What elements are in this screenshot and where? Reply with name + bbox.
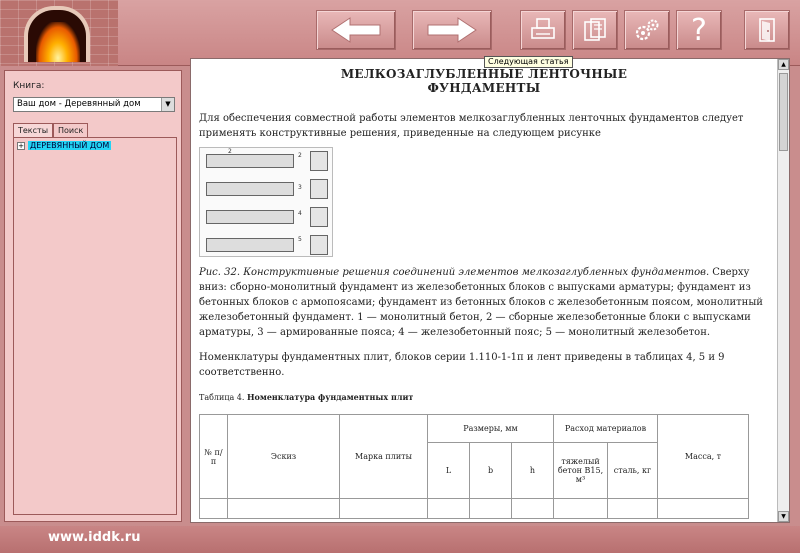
page-title: МЕЛКОЗАГЛУБЛЕННЫЕ ЛЕНТОЧНЫЕ ФУНДАМЕНТЫ: [199, 67, 769, 95]
tree-node-label[interactable]: ДЕРЕВЯННЫЙ ДОМ: [28, 141, 112, 150]
table-header-concrete: тяжелый бетон В15, м³: [553, 442, 608, 499]
figure-number-label: 2: [298, 152, 302, 159]
book-select[interactable]: Ваш дом - Деревянный дом ▼: [13, 97, 175, 112]
table-cell: [339, 498, 428, 519]
scroll-up-icon[interactable]: ▲: [778, 59, 789, 70]
question-mark-icon: ?: [691, 12, 707, 48]
settings-button[interactable]: [624, 10, 670, 50]
table-header-dims: Размеры, мм: [427, 414, 554, 443]
figure-caption-title: Рис. 32. Конструктивные решения соединен…: [199, 267, 710, 278]
scroll-thumb[interactable]: [779, 73, 788, 151]
title-line-1: МЕЛКОЗАГЛУБЛЕННЫЕ ЛЕНТОЧНЫЕ: [340, 67, 628, 81]
scroll-down-icon[interactable]: ▼: [778, 511, 789, 522]
book-label: Книга:: [13, 81, 45, 91]
tooltip: Следующая статья: [484, 56, 573, 68]
fireplace-logo: [0, 0, 118, 66]
vertical-scrollbar[interactable]: ▲ ▼: [777, 59, 789, 522]
table-header-b: b: [469, 442, 512, 499]
table-header-materials: Расход материалов: [553, 414, 658, 443]
gear-icon: [635, 19, 659, 41]
nomenclature-paragraph: Номенклатуры фундаментных плит, блоков с…: [199, 352, 725, 378]
contents-tree: + ДЕРЕВЯННЫЙ ДОМ: [13, 137, 177, 515]
tree-node-root[interactable]: + ДЕРЕВЯННЫЙ ДОМ: [17, 141, 112, 150]
figure-slab: [206, 182, 294, 196]
table-header-l: L: [427, 442, 470, 499]
nomenclature-table: № п/п Эскиз Марка плиты Размеры, мм Расх…: [199, 414, 749, 519]
figure-section: [310, 151, 328, 171]
figure-number-label: 3: [298, 184, 302, 191]
table-header-sketch: Эскиз: [227, 414, 340, 499]
figure-section: [310, 179, 328, 199]
figure-slab: [206, 210, 294, 224]
table-cell: [469, 498, 512, 519]
tab-search[interactable]: Поиск: [53, 123, 89, 137]
figure-number-label: 5: [298, 236, 302, 243]
table-header-mass: Масса, т: [657, 414, 749, 499]
flame-icon: [36, 22, 80, 62]
left-panel: Книга: Ваш дом - Деревянный дом ▼ Тексты…: [4, 70, 182, 522]
figure-number-label: 4: [298, 210, 302, 217]
arrow-left-icon: [331, 17, 381, 43]
table-caption: Таблица 4. Номенклатура фундаментных пли…: [199, 392, 769, 402]
table-header-h: h: [511, 442, 554, 499]
table-header-mark: Марка плиты: [339, 414, 428, 499]
table-cell: [657, 498, 749, 519]
table-cell: [553, 498, 608, 519]
figure-slab: [206, 238, 294, 252]
intro-paragraph: Для обеспечения совместной работы элемен…: [199, 113, 744, 139]
print-button[interactable]: [520, 10, 566, 50]
copy-icon: [584, 18, 606, 41]
book-select-value: Ваш дом - Деревянный дом: [17, 99, 141, 109]
exit-button[interactable]: [744, 10, 790, 50]
arrow-right-icon: [427, 17, 477, 43]
expand-icon[interactable]: +: [17, 141, 25, 150]
printer-icon: [531, 18, 555, 39]
chevron-down-icon[interactable]: ▼: [161, 98, 174, 111]
back-button[interactable]: [316, 10, 396, 50]
table-header-num: № п/п: [199, 414, 228, 499]
table-cell: [511, 498, 554, 519]
panel-tabs: Тексты Поиск: [13, 123, 89, 137]
table-caption-prefix: Таблица 4.: [199, 393, 247, 402]
tab-texts[interactable]: Тексты: [13, 123, 54, 137]
table-cell: [227, 498, 340, 519]
exit-door-icon: [759, 18, 775, 42]
forward-button[interactable]: [412, 10, 492, 50]
copy-button[interactable]: [572, 10, 618, 50]
figure-section: [310, 235, 328, 255]
table-cell: [427, 498, 470, 519]
title-line-2: ФУНДАМЕНТЫ: [427, 81, 541, 95]
document-view: МЕЛКОЗАГЛУБЛЕННЫЕ ЛЕНТОЧНЫЕ ФУНДАМЕНТЫ Д…: [190, 58, 790, 523]
figure-number-label: 2: [228, 148, 232, 155]
footer-bar: www.iddk.ru: [0, 526, 800, 553]
table-cell: [607, 498, 658, 519]
document: МЕЛКОЗАГЛУБЛЕННЫЕ ЛЕНТОЧНЫЕ ФУНДАМЕНТЫ Д…: [199, 67, 769, 519]
table-cell: [199, 498, 228, 519]
figure-caption: Рис. 32. Конструктивные решения соединен…: [199, 265, 769, 340]
site-url[interactable]: www.iddk.ru: [48, 530, 140, 545]
figure-slab: [206, 154, 294, 168]
figure-section: [310, 207, 328, 227]
table-caption-title: Номенклатура фундаментных плит: [246, 392, 414, 402]
fireplace-icon: [24, 6, 90, 62]
toolbar: ?: [0, 0, 800, 66]
table-header-steel: сталь, кг: [607, 442, 658, 499]
foundation-figure: 2 2 3 4 5: [199, 147, 333, 257]
help-button[interactable]: ?: [676, 10, 722, 50]
